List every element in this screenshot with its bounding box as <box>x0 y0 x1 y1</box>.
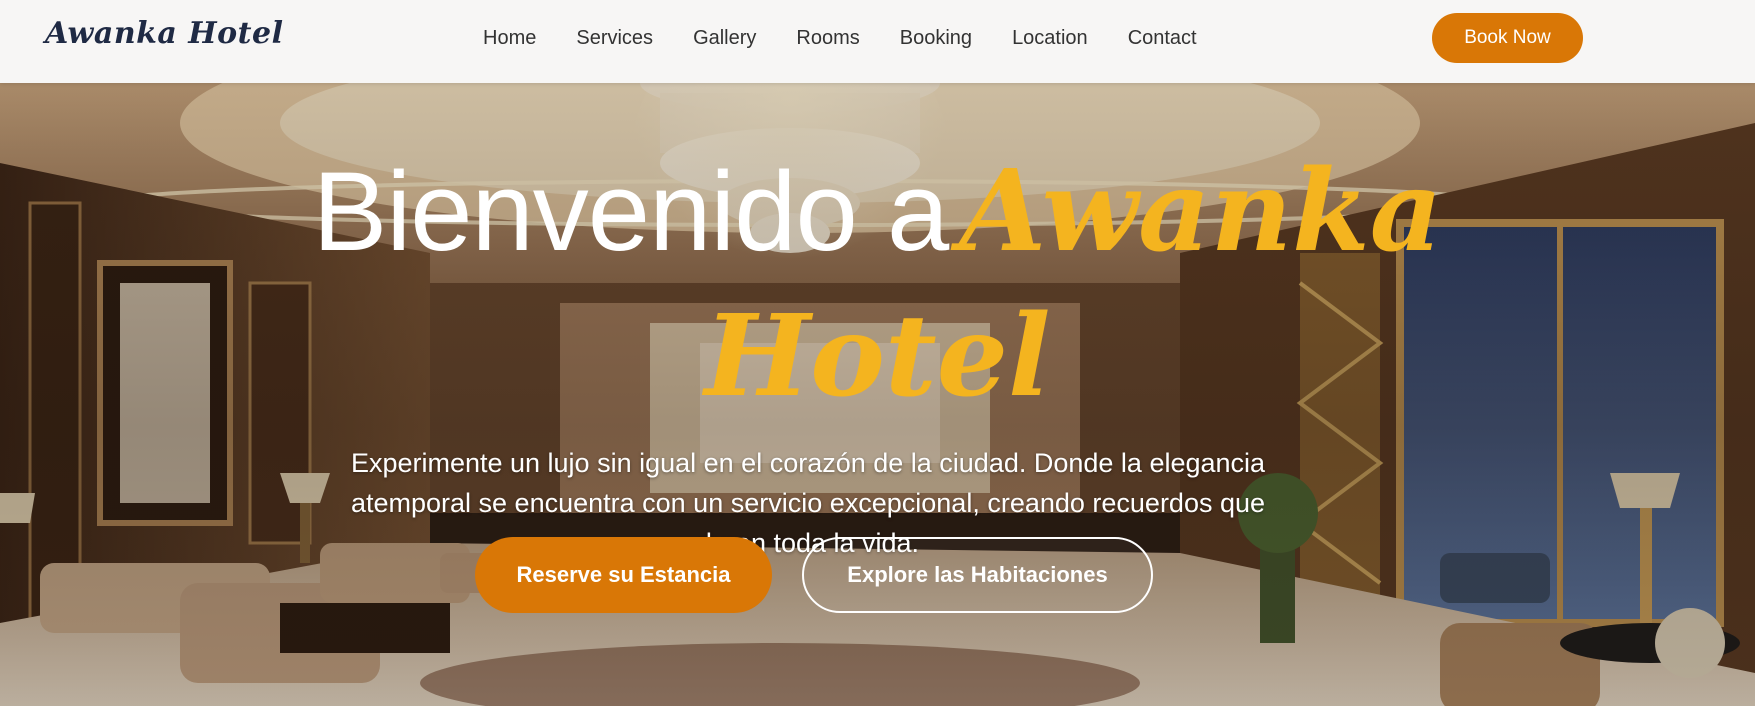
hero-title-brand: Awanka <box>959 146 1443 277</box>
nav-booking[interactable]: Booking <box>900 27 972 50</box>
reserve-stay-button[interactable]: Reserve su Estancia <box>475 537 772 613</box>
hero-subtitle: Experimente un lujo sin igual en el cora… <box>350 448 1266 558</box>
site-header: Awanka Hotel Home Services Gallery Rooms… <box>0 0 1755 83</box>
hero-title-plain: Bienvenido a <box>312 149 950 274</box>
nav-home[interactable]: Home <box>483 27 536 50</box>
site-logo[interactable]: Awanka Hotel <box>45 16 284 51</box>
nav-services[interactable]: Services <box>576 27 653 50</box>
book-now-button[interactable]: Book Now <box>1432 13 1583 63</box>
explore-rooms-button[interactable]: Explore las Habitaciones <box>802 537 1153 613</box>
hero-title-brand-line2: Hotel <box>704 291 1051 422</box>
main-nav: Home Services Gallery Rooms Booking Loca… <box>483 27 1237 50</box>
nav-rooms[interactable]: Rooms <box>796 27 859 50</box>
nav-gallery[interactable]: Gallery <box>693 27 756 50</box>
nav-location[interactable]: Location <box>1012 27 1088 50</box>
hero-title: Bienvenido a Awanka Hotel <box>0 153 1755 443</box>
nav-contact[interactable]: Contact <box>1128 27 1197 50</box>
